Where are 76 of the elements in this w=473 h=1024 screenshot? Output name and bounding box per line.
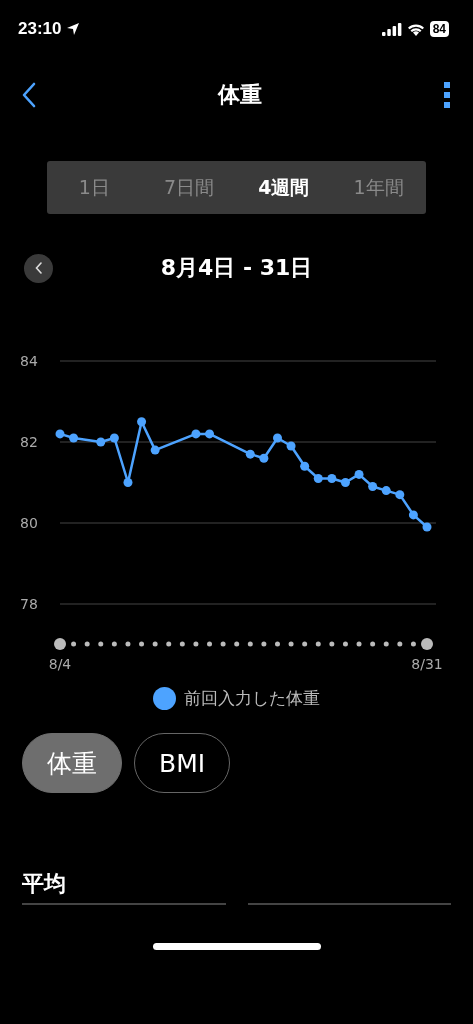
- date-marker: [247, 641, 253, 647]
- date-marker: [152, 641, 158, 647]
- date-marker: [342, 641, 348, 647]
- metric-chip[interactable]: BMI: [134, 733, 231, 793]
- date-marker: [356, 641, 362, 647]
- date-marker: [315, 641, 321, 647]
- data-point: [150, 445, 160, 455]
- data-point: [395, 490, 405, 500]
- date-marker: [421, 638, 433, 650]
- page-title: 体重: [217, 81, 262, 109]
- date-marker: [410, 641, 416, 647]
- date-marker: [193, 641, 199, 647]
- period-tab[interactable]: 1日: [47, 161, 142, 214]
- date-marker: [207, 641, 212, 647]
- location-arrow-icon: [66, 22, 81, 36]
- date-marker: [166, 641, 172, 647]
- data-point: [109, 433, 119, 443]
- signal-icon: [381, 22, 402, 36]
- date-marker: [139, 641, 145, 647]
- metric-chip[interactable]: 体重: [22, 733, 122, 793]
- data-point: [96, 437, 106, 447]
- date-marker: [383, 641, 389, 647]
- date-marker: [111, 641, 117, 647]
- data-point: [327, 473, 337, 483]
- status-time: 23:10: [18, 19, 62, 39]
- date-range: 8月4日 - 31日: [160, 254, 313, 282]
- date-marker: [234, 641, 240, 647]
- date-marker: [275, 641, 280, 647]
- y-axis-label: 82: [20, 434, 38, 450]
- data-point: [300, 461, 310, 471]
- section-title: 平均: [22, 870, 67, 898]
- previous-period-button[interactable]: [24, 253, 53, 283]
- data-point: [422, 522, 432, 532]
- y-axis-label: 84: [20, 353, 38, 369]
- date-marker: [302, 641, 308, 647]
- date-marker: [54, 638, 66, 650]
- data-point: [313, 473, 323, 483]
- data-point: [137, 417, 147, 427]
- data-point: [408, 510, 418, 520]
- data-point: [340, 478, 350, 487]
- data-point: [55, 429, 65, 439]
- data-point: [205, 429, 214, 439]
- legend-label: 前回入力した体重: [184, 686, 320, 710]
- data-point: [286, 441, 296, 451]
- date-marker: [261, 641, 267, 647]
- period-tab[interactable]: 4週間: [236, 161, 332, 214]
- y-axis-label: 78: [20, 596, 38, 612]
- date-marker: [329, 641, 335, 647]
- data-point: [354, 469, 364, 479]
- data-point: [381, 486, 391, 496]
- more-icon: [443, 81, 451, 109]
- data-point: [69, 433, 79, 443]
- period-tab[interactable]: 1年間: [331, 161, 426, 214]
- date-marker: [98, 641, 104, 647]
- data-point: [123, 478, 133, 487]
- x-axis-label: 8/4: [48, 656, 72, 672]
- period-tab[interactable]: 7日間: [141, 161, 237, 214]
- date-marker: [288, 641, 294, 647]
- chevron-left-icon: [34, 262, 43, 274]
- date-marker: [71, 641, 77, 647]
- date-marker: [125, 641, 131, 647]
- back-icon: [22, 82, 36, 108]
- battery-level: 84: [429, 21, 449, 37]
- date-marker: [370, 641, 376, 647]
- data-point: [259, 453, 269, 463]
- y-axis-label: 80: [20, 515, 38, 531]
- date-marker: [397, 641, 403, 647]
- x-axis-label: 8/31: [411, 656, 443, 672]
- wifi-icon: [406, 22, 425, 36]
- date-marker: [179, 641, 185, 647]
- date-marker: [84, 641, 90, 647]
- data-point: [191, 429, 201, 439]
- data-point: [368, 482, 378, 492]
- data-point: [273, 433, 282, 443]
- data-point: [245, 449, 255, 459]
- date-marker: [220, 641, 226, 647]
